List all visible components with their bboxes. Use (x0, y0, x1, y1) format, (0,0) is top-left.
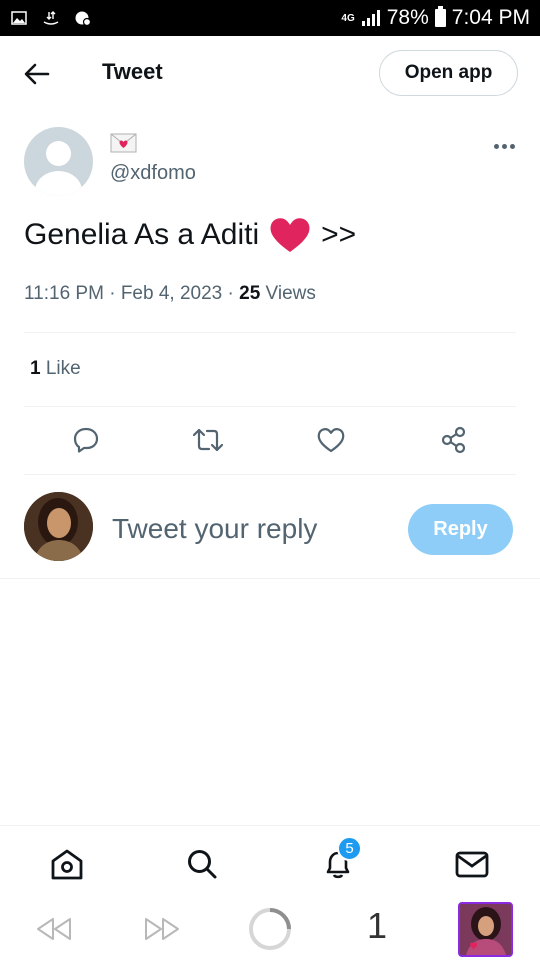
heart-outline-icon (317, 428, 345, 453)
current-user-avatar[interactable] (24, 492, 93, 561)
rewind-icon (37, 918, 71, 940)
arrow-left-icon (24, 63, 50, 85)
love-letter-emoji-icon (110, 133, 137, 153)
like-action-button[interactable] (315, 424, 347, 456)
likes-link[interactable]: 1 Like (30, 358, 81, 380)
divider (0, 578, 540, 579)
open-app-button[interactable]: Open app (379, 50, 518, 96)
tweet-time[interactable]: 11:16 PM (24, 283, 104, 304)
nav-search-button[interactable] (184, 846, 220, 882)
notification-badge: 5 (337, 836, 362, 861)
reply-input[interactable] (112, 508, 392, 550)
views-label: Views (265, 283, 316, 304)
more-dots-icon (493, 143, 499, 149)
author-handle[interactable]: @xdfomo (110, 162, 196, 185)
browser-back-button[interactable] (34, 914, 74, 944)
comment-icon (73, 427, 99, 453)
profile-thumbnail[interactable] (458, 902, 513, 957)
home-icon (51, 849, 83, 880)
views-count: 25 (239, 283, 261, 304)
clock: 7:04 PM (451, 6, 530, 29)
status-bar: 4G 78% 7:04 PM (0, 0, 540, 36)
browser-tab-count[interactable]: 1 (365, 905, 389, 947)
signal-icon (361, 10, 380, 26)
bottom-nav (0, 825, 540, 897)
retweet-action-button[interactable] (192, 424, 224, 456)
reply-action-button[interactable] (70, 424, 102, 456)
likes-count: 1 (30, 358, 41, 379)
tweet-date[interactable]: Feb 4, 2023 (121, 283, 222, 304)
fast-forward-icon (145, 918, 179, 940)
retweet-icon (192, 428, 224, 452)
data-transfer-icon (42, 10, 60, 26)
mail-icon (455, 851, 489, 878)
tweet-text: Genelia As a Aditi >> (24, 216, 356, 254)
network-type: 4G (341, 12, 355, 24)
tweet-text-content: Genelia As a Aditi (24, 218, 260, 251)
battery-percent: 78% (386, 6, 429, 29)
gallery-notification-icon (10, 10, 28, 26)
red-heart-emoji-icon (270, 218, 310, 252)
tweet-meta: 11:16 PM · Feb 4, 2023 · 25 Views (24, 283, 316, 304)
back-button[interactable] (22, 59, 52, 89)
author-avatar[interactable] (24, 127, 93, 196)
top-header: Tweet Open app (0, 36, 540, 110)
nav-home-button[interactable] (49, 846, 85, 882)
search-icon (188, 850, 217, 879)
tweet-text-suffix: >> (321, 218, 357, 251)
share-icon (441, 426, 466, 454)
likes-label: Like (45, 358, 81, 379)
divider (24, 332, 516, 333)
loading-spinner-icon (249, 908, 291, 950)
page-title: Tweet (102, 59, 163, 84)
share-action-button[interactable] (438, 424, 470, 456)
browser-forward-button[interactable] (142, 914, 182, 944)
divider (24, 474, 516, 475)
battery-icon (434, 6, 446, 27)
divider (24, 406, 516, 407)
data-saver-icon (74, 10, 92, 26)
reply-button[interactable]: Reply (408, 504, 513, 555)
more-options-button[interactable] (490, 136, 518, 156)
nav-messages-button[interactable] (454, 846, 490, 882)
browser-reload-button[interactable] (247, 906, 293, 952)
